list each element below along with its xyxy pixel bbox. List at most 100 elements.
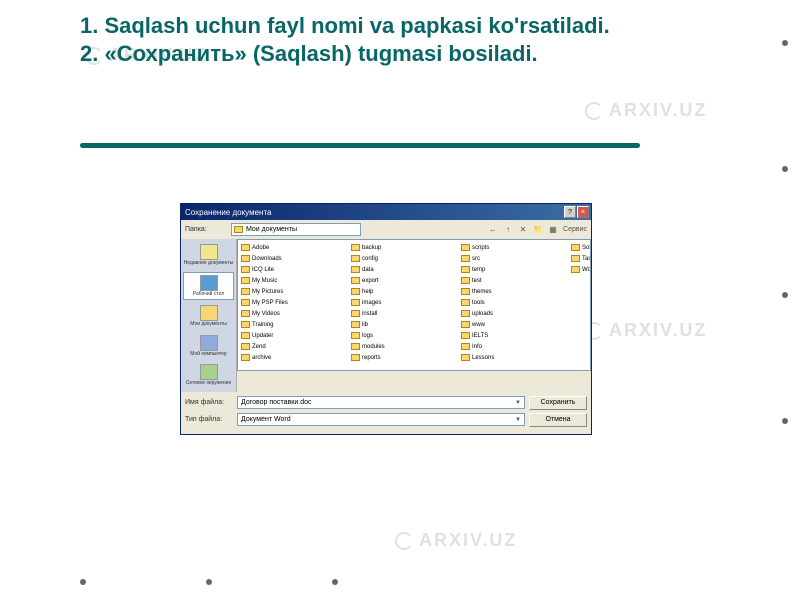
folder-icon: [351, 343, 360, 350]
up-icon[interactable]: ↑: [503, 225, 513, 235]
folder-icon: [461, 332, 470, 339]
folder-item[interactable]: Info: [460, 341, 570, 352]
folder-item[interactable]: Training: [240, 319, 350, 330]
place-recent[interactable]: Недавние документы: [181, 242, 236, 269]
folder-item[interactable]: Adobe: [240, 242, 350, 253]
decorative-bullets-bottom: [80, 579, 338, 585]
folder-icon: [241, 244, 250, 251]
folder-item[interactable]: logs: [350, 330, 460, 341]
place-mydocs[interactable]: Мои документы: [181, 303, 236, 330]
folder-icon: [351, 266, 360, 273]
lookin-toolbar: Папка: Мои документы ← ↑ ✕ 📁 ▦ Сервис: [181, 220, 591, 239]
folder-item[interactable]: lib: [350, 319, 460, 330]
folder-item[interactable]: backup: [350, 242, 460, 253]
folder-icon: [351, 277, 360, 284]
folder-icon: [241, 354, 250, 361]
toolbar-icons: ← ↑ ✕ 📁 ▦ Сервис: [488, 225, 587, 235]
file-list[interactable]: AdobeDownloadsICQ LiteMy MusicMy Picture…: [237, 239, 591, 371]
save-button[interactable]: Сохранить: [529, 396, 587, 410]
folder-icon: [351, 332, 360, 339]
folder-icon: [241, 266, 250, 273]
folder-item[interactable]: Downloads: [240, 253, 350, 264]
filename-input[interactable]: Договор поставки.doc ▼: [237, 396, 525, 409]
lookin-value: Мои документы: [246, 226, 297, 233]
place-computer[interactable]: Мой компьютер: [181, 333, 236, 360]
folder-icon: [461, 244, 470, 251]
folder-icon: [461, 343, 470, 350]
folder-item[interactable]: temp: [460, 264, 570, 275]
window-controls: ? ×: [564, 206, 589, 218]
new-folder-icon[interactable]: 📁: [533, 225, 543, 235]
dialog-titlebar[interactable]: Сохранение документа ? ×: [181, 204, 591, 220]
title-divider: [80, 143, 640, 148]
folder-item[interactable]: My Music: [240, 275, 350, 286]
folder-item[interactable]: Soft: [570, 242, 591, 253]
folder-item[interactable]: uploads: [460, 308, 570, 319]
folder-item[interactable]: export: [350, 275, 460, 286]
dialog-bottom: Имя файла: Договор поставки.doc ▼ Сохран…: [181, 392, 591, 434]
folder-item[interactable]: My PSP Files: [240, 297, 350, 308]
folder-item[interactable]: config: [350, 253, 460, 264]
folder-item[interactable]: tools: [460, 297, 570, 308]
dialog-body: Недавние документы Рабочий стол Мои доку…: [181, 239, 591, 392]
chevron-down-icon[interactable]: ▼: [515, 400, 521, 406]
slide-title: 1. Saqlash uchun fayl nomi va papkasi ko…: [80, 12, 700, 67]
decorative-bullets-right: [782, 40, 788, 424]
network-icon: [200, 364, 218, 380]
folder-icon: [461, 277, 470, 284]
folder-item[interactable]: help: [350, 286, 460, 297]
folder-icon: [234, 226, 243, 233]
folder-item[interactable]: src: [460, 253, 570, 264]
folder-icon: [461, 310, 470, 317]
folder-icon: [351, 244, 360, 251]
folder-item[interactable]: modules: [350, 341, 460, 352]
folder-icon: [351, 310, 360, 317]
folder-item[interactable]: Updater: [240, 330, 350, 341]
save-dialog: Сохранение документа ? × Папка: Мои доку…: [180, 203, 592, 435]
folder-item[interactable]: scripts: [460, 242, 570, 253]
folder-item[interactable]: My Videos: [240, 308, 350, 319]
folder-item[interactable]: images: [350, 297, 460, 308]
cancel-button[interactable]: Отмена: [529, 413, 587, 427]
folder-item[interactable]: reports: [350, 352, 460, 363]
folder-icon: [241, 310, 250, 317]
folder-item[interactable]: ICQ Lite: [240, 264, 350, 275]
place-network[interactable]: Сетевое окружение: [181, 362, 236, 389]
folder-item[interactable]: themes: [460, 286, 570, 297]
folder-item[interactable]: install: [350, 308, 460, 319]
folder-item[interactable]: IELTS: [460, 330, 570, 341]
watermark: ARXIV.UZ: [585, 320, 707, 341]
folder-icon: [351, 299, 360, 306]
folder-item[interactable]: Works: [570, 264, 591, 275]
mydocs-icon: [200, 305, 218, 321]
folder-icon: [351, 255, 360, 262]
title-line-1: 1. Saqlash uchun fayl nomi va papkasi ko…: [80, 13, 610, 38]
folder-icon: [351, 354, 360, 361]
tools-dropdown[interactable]: Сервис: [563, 226, 587, 233]
folder-icon: [461, 255, 470, 262]
folder-item[interactable]: Lessons: [460, 352, 570, 363]
lookin-combo[interactable]: Мои документы: [231, 223, 361, 236]
views-icon[interactable]: ▦: [548, 225, 558, 235]
dialog-title: Сохранение документа: [183, 208, 271, 217]
folder-icon: [461, 354, 470, 361]
folder-item[interactable]: Tasks: [570, 253, 591, 264]
folder-item[interactable]: test: [460, 275, 570, 286]
folder-item[interactable]: My Pictures: [240, 286, 350, 297]
filetype-select[interactable]: Документ Word ▼: [237, 413, 525, 426]
folder-item[interactable]: Zend: [240, 341, 350, 352]
help-button[interactable]: ?: [564, 206, 576, 218]
delete-icon[interactable]: ✕: [518, 225, 528, 235]
folder-item[interactable]: archive: [240, 352, 350, 363]
folder-item[interactable]: data: [350, 264, 460, 275]
folder-icon: [461, 321, 470, 328]
close-button[interactable]: ×: [577, 206, 589, 218]
folder-icon: [241, 288, 250, 295]
folder-icon: [351, 288, 360, 295]
place-desktop[interactable]: Рабочий стол: [183, 272, 234, 301]
back-icon[interactable]: ←: [488, 225, 498, 235]
title-line-2: 2. «Сохранить» (Saqlash) tugmasi bosilad…: [80, 41, 538, 66]
lookin-label: Папка:: [185, 226, 227, 233]
folder-item[interactable]: www: [460, 319, 570, 330]
chevron-down-icon[interactable]: ▼: [515, 417, 521, 423]
